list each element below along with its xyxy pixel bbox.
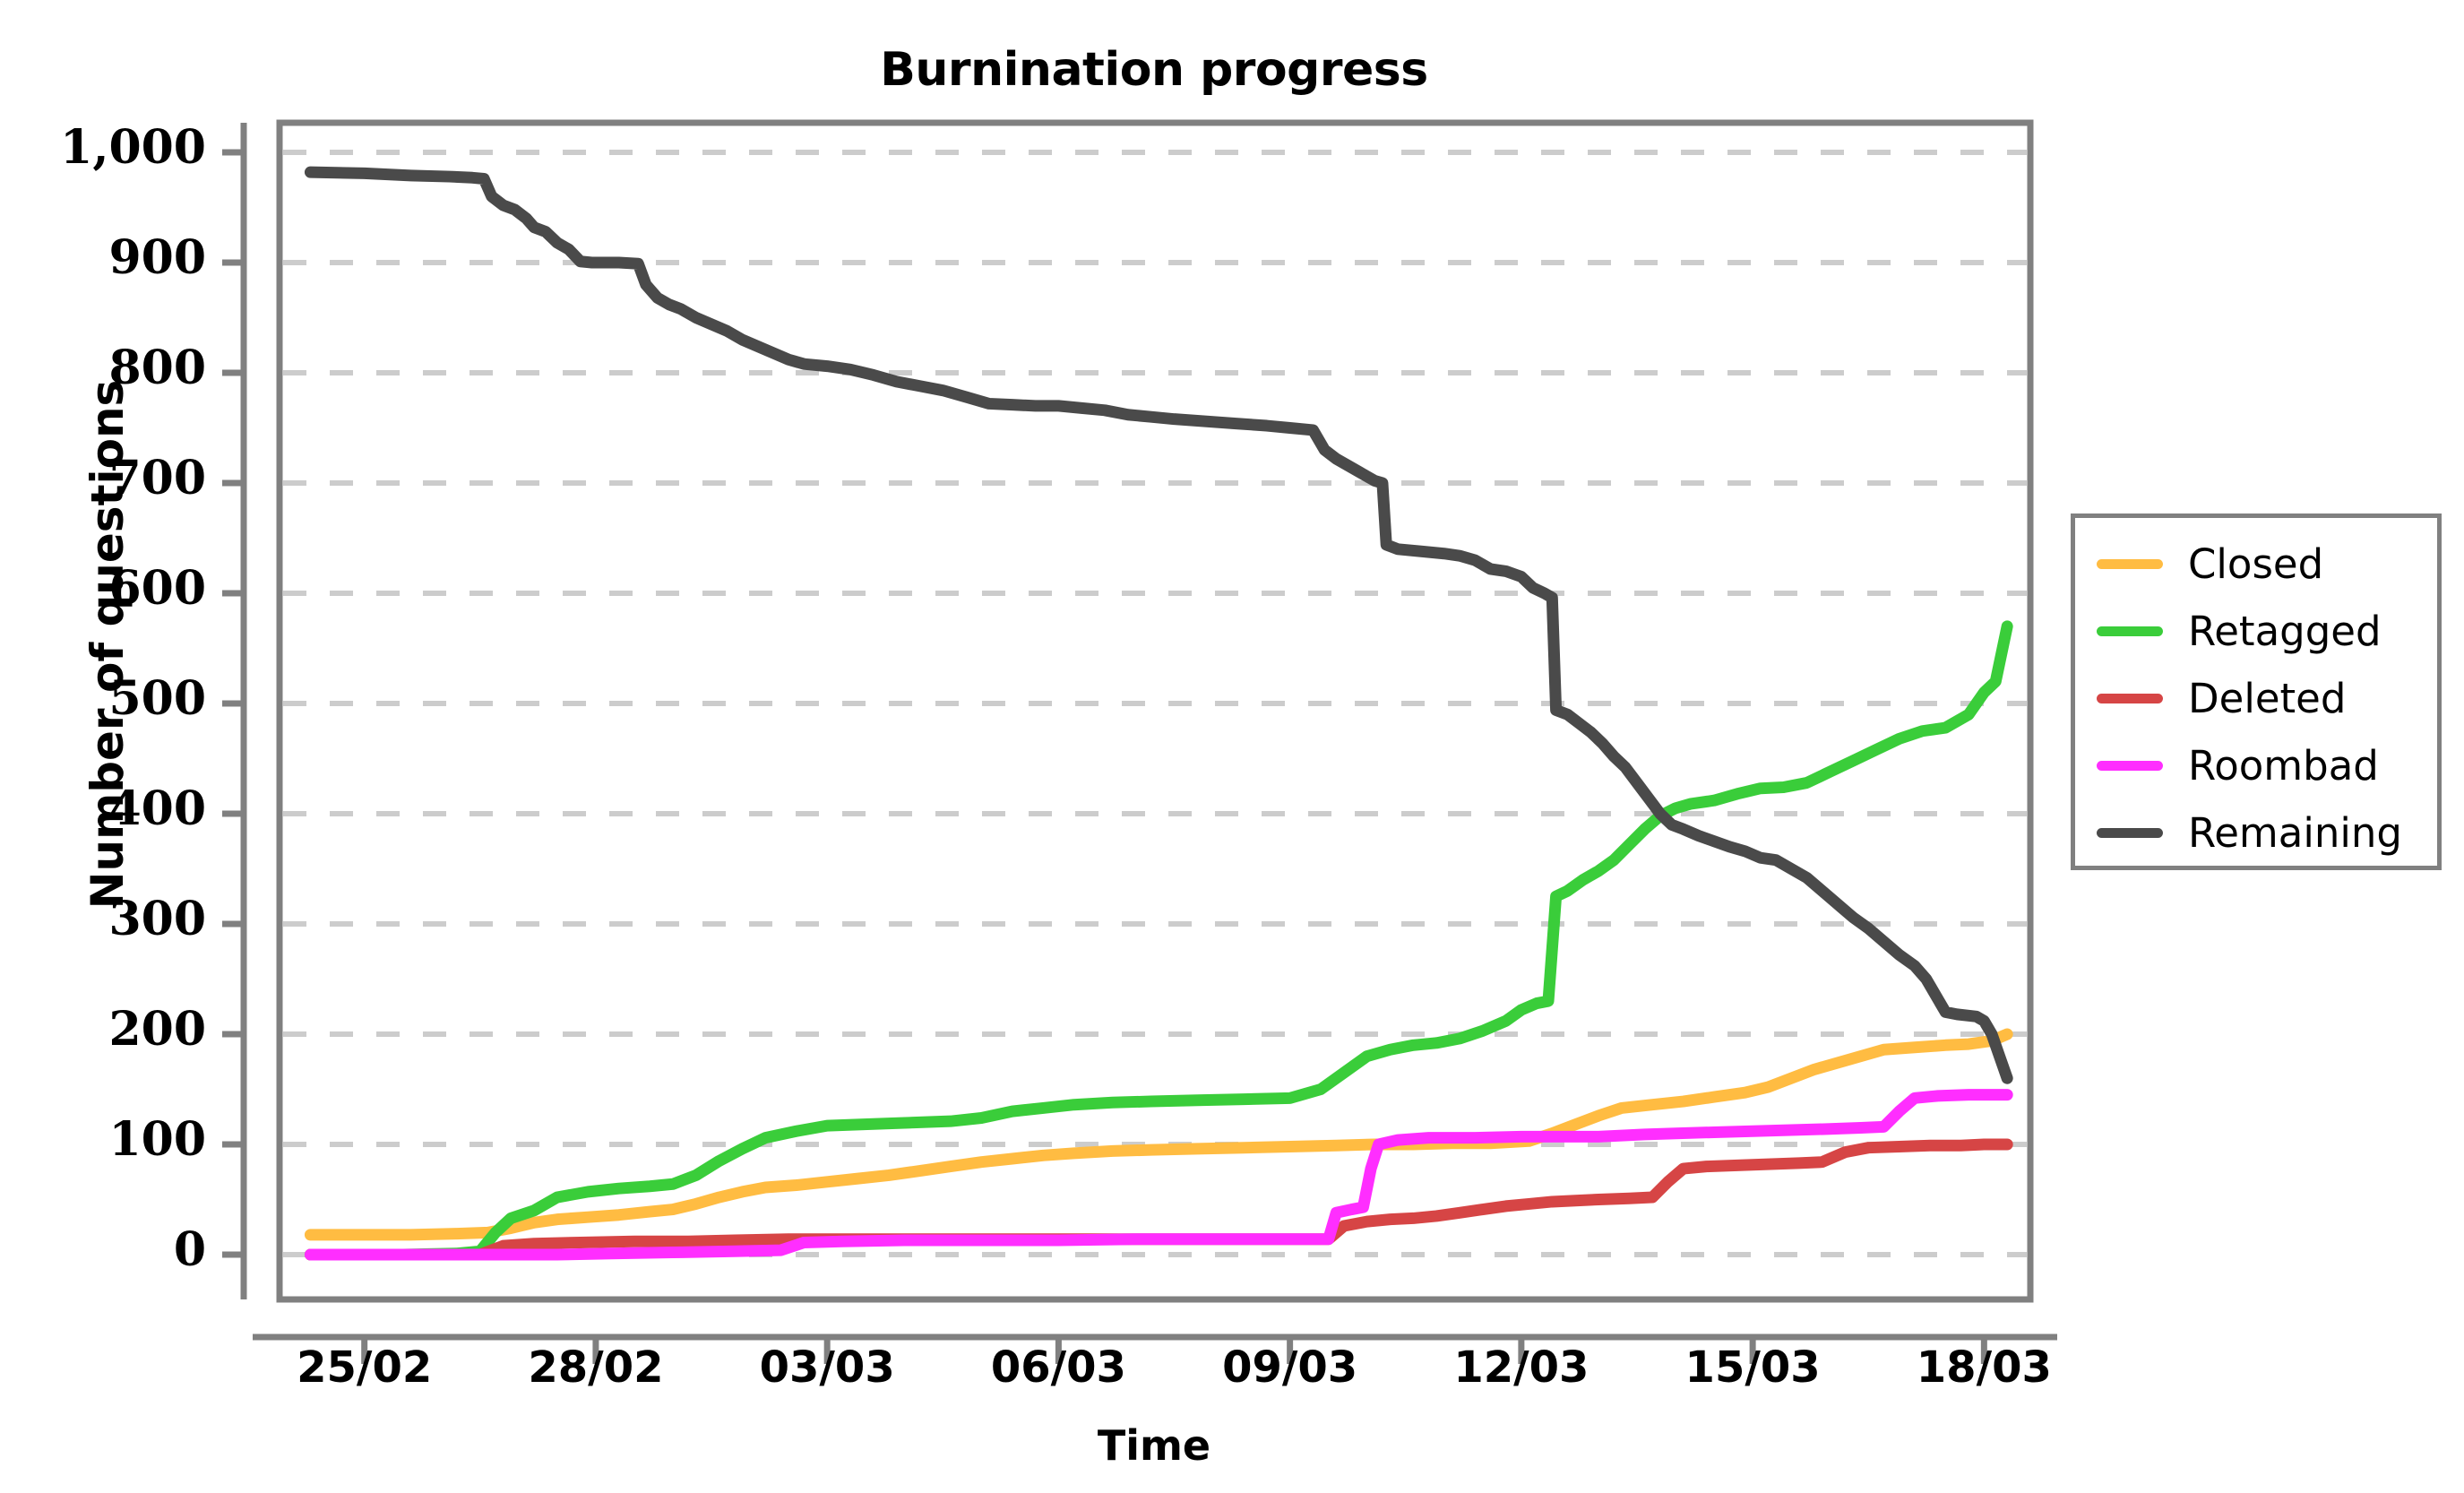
- x-tick-label-25-02: 25/02: [297, 1342, 433, 1393]
- y-tick-label-800: 800: [108, 341, 206, 395]
- legend-item-roombad[interactable]: Roombad: [2075, 730, 2437, 800]
- x-tick-label-18-03: 18/03: [1916, 1342, 2052, 1393]
- legend-label-remaining: Remaining: [2188, 808, 2402, 857]
- legend-swatch-deleted: [2097, 693, 2163, 703]
- y-tick-label-900: 900: [108, 230, 206, 285]
- legend-swatch-remaining: [2097, 827, 2163, 838]
- legend-swatch-roombad: [2097, 760, 2163, 771]
- x-tick-label-15-03: 15/03: [1684, 1342, 1821, 1393]
- legend-label-retagged: Retagged: [2188, 607, 2382, 655]
- x-tick-label-06-03: 06/03: [990, 1342, 1126, 1393]
- series-line-roombad: [304, 1089, 2013, 1261]
- chart-figure: Burnination progress Number of questions…: [0, 0, 2464, 1493]
- y-tick-label-600: 600: [108, 561, 206, 616]
- y-tick-label-300: 300: [108, 892, 206, 946]
- legend-swatch-retagged: [2097, 626, 2163, 636]
- series-line-remaining: [304, 166, 2013, 1084]
- y-axis-title: Number of questions: [82, 379, 134, 910]
- legend-item-retagged[interactable]: Retagged: [2075, 596, 2437, 666]
- y-tick-label-100: 100: [108, 1112, 206, 1167]
- x-tick-label-12-03: 12/03: [1453, 1342, 1590, 1393]
- chart-title: Burnination progress: [880, 43, 1428, 97]
- y-tick-label-700: 700: [108, 451, 206, 505]
- y-tick-label-400: 400: [108, 781, 206, 836]
- y-tick-label-0: 0: [173, 1222, 206, 1277]
- legend-item-deleted[interactable]: Deleted: [2075, 663, 2437, 733]
- y-tick-label-500: 500: [108, 671, 206, 726]
- plot-border: [276, 119, 2034, 1303]
- legend-swatch-closed: [2097, 558, 2163, 569]
- data-series-layer: [304, 166, 2013, 1261]
- legend-label-closed: Closed: [2188, 539, 2324, 588]
- legend-label-roombad: Roombad: [2188, 741, 2379, 790]
- x-axis-title: Time: [1097, 1421, 1211, 1470]
- legend-label-deleted: Deleted: [2188, 674, 2347, 722]
- legend: Closed Retagged Deleted Roombad Remaining: [2071, 513, 2442, 870]
- x-tick-label-28-02: 28/02: [528, 1342, 664, 1393]
- x-tick-label-03-03: 03/03: [759, 1342, 895, 1393]
- y-tick-label-1,000: 1,000: [60, 120, 206, 175]
- legend-item-remaining[interactable]: Remaining: [2075, 798, 2437, 867]
- legend-item-closed[interactable]: Closed: [2075, 529, 2437, 599]
- x-tick-label-09-03: 09/03: [1222, 1342, 1358, 1393]
- y-tick-label-200: 200: [108, 1002, 206, 1057]
- axis-ticks: [222, 149, 1987, 1364]
